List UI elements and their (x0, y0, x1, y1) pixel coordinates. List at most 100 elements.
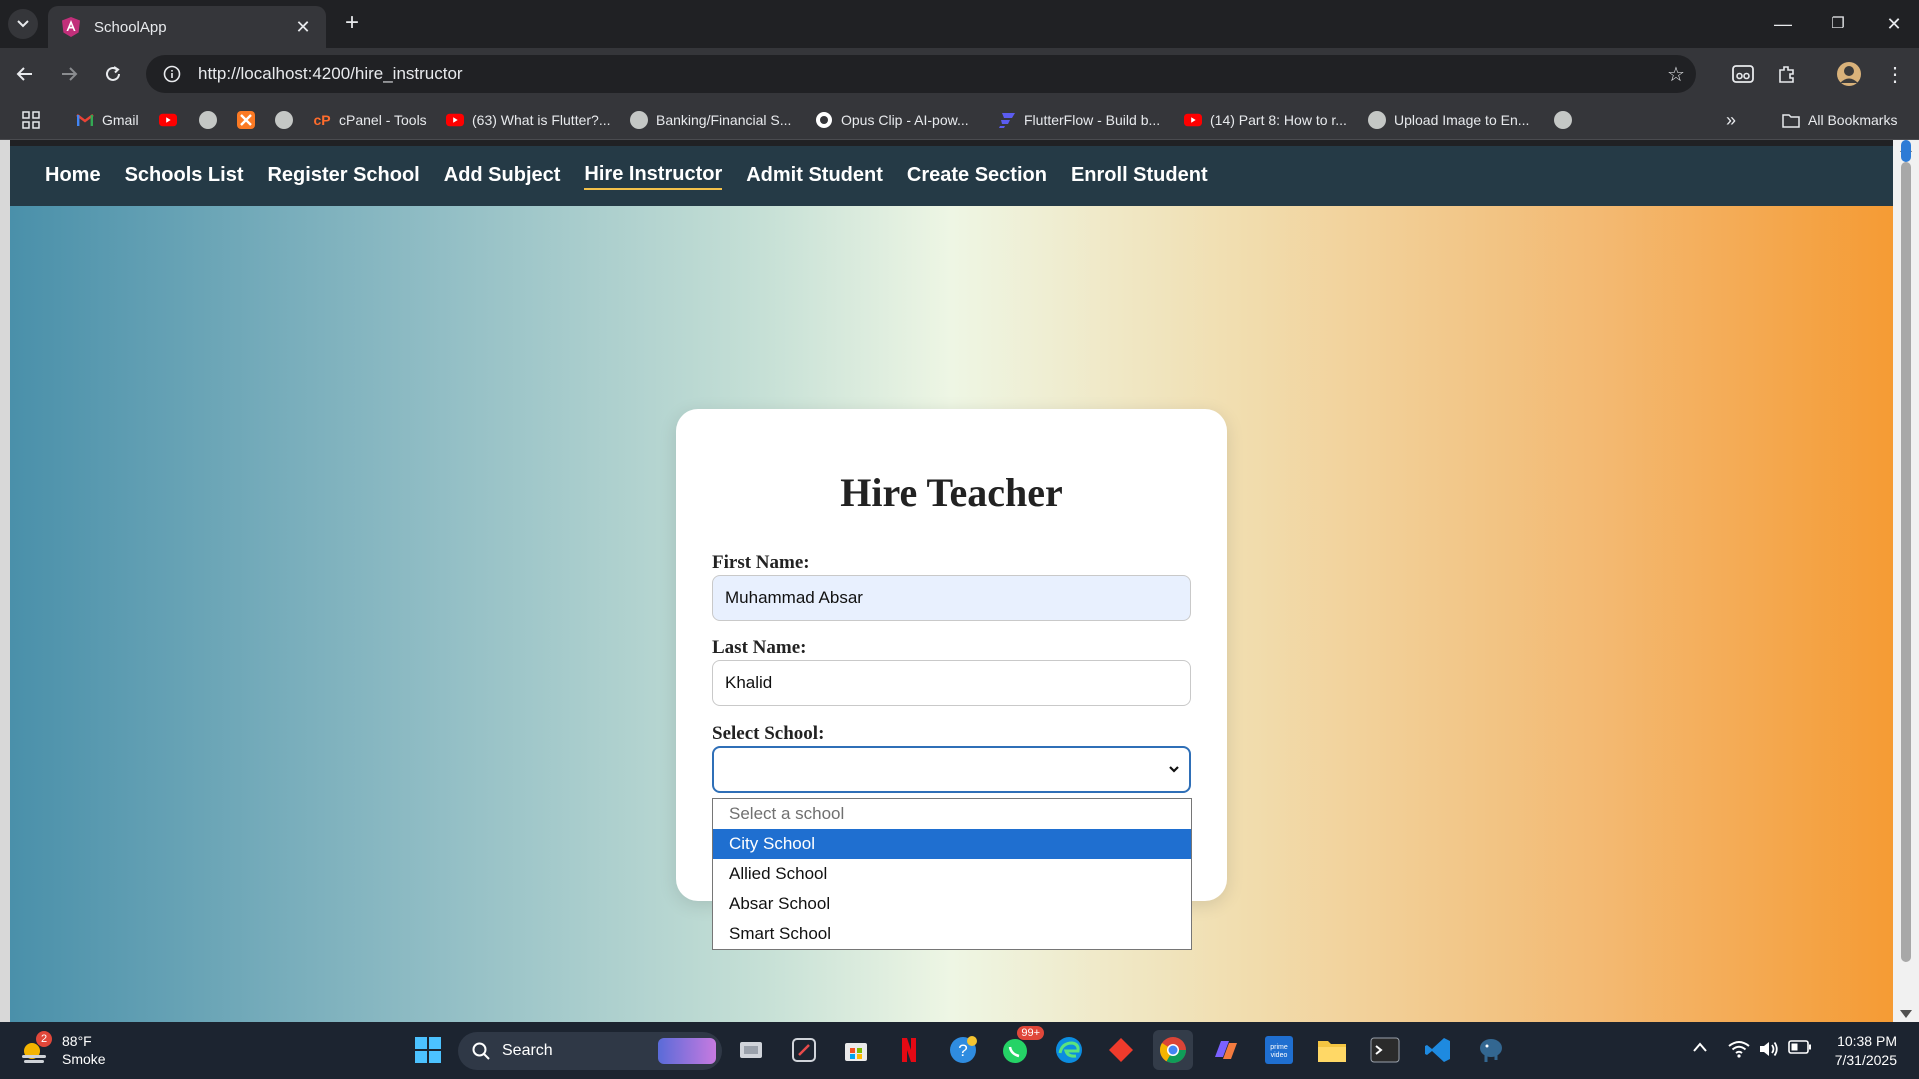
bookmark-banking[interactable]: Banking/Financial S... (630, 108, 791, 132)
vscode-icon[interactable] (1418, 1030, 1458, 1070)
nav-hire-instructor[interactable]: Hire Instructor (584, 163, 723, 190)
school-option-smart[interactable]: Smart School (713, 919, 1191, 949)
extensions-icon[interactable] (1772, 59, 1802, 89)
task-view-icon[interactable] (731, 1030, 771, 1070)
globe-icon (1368, 111, 1386, 129)
nav-add-subject[interactable]: Add Subject (444, 164, 561, 189)
microsoft-store-icon[interactable] (836, 1030, 876, 1070)
bookmark-cpanel[interactable]: cP cPanel - Tools (313, 108, 427, 132)
first-name-input[interactable]: Muhammad Absar (712, 575, 1191, 621)
terminal-icon[interactable] (1365, 1030, 1405, 1070)
all-bookmarks-button[interactable]: All Bookmarks (1782, 108, 1897, 132)
new-tab-button[interactable]: + (338, 10, 366, 38)
bookmarks-bar: Gmail cP cPanel - Tools (63) What is Flu… (0, 100, 1919, 140)
weather-widget[interactable]: 2 88°F Smoke (18, 1031, 106, 1068)
bookmark-youtube-part8[interactable]: (14) Part 8: How to r... (1184, 108, 1347, 132)
bookmark-upload-image[interactable]: Upload Image to En... (1368, 108, 1529, 132)
tab-title: SchoolApp (94, 18, 167, 36)
tab-search-button[interactable] (8, 9, 38, 39)
reload-icon[interactable] (98, 59, 128, 89)
opus-icon (815, 111, 833, 129)
xampp-icon (237, 111, 255, 129)
whatsapp-icon[interactable]: 99+ (996, 1026, 1044, 1070)
weather-badge: 2 (36, 1031, 52, 1047)
youtube-icon (159, 111, 177, 129)
bookmark-youtube[interactable] (159, 108, 185, 132)
bookmark-label: (14) Part 8: How to r... (1210, 112, 1347, 128)
browser-menu-icon[interactable]: ⋮ (1880, 59, 1910, 89)
bookmark-label: FlutterFlow - Build b... (1024, 112, 1161, 128)
help-icon[interactable]: ? (943, 1030, 983, 1070)
postgresql-icon[interactable] (1471, 1030, 1511, 1070)
clock-time: 10:38 PM (1837, 1033, 1897, 1049)
school-option-placeholder[interactable]: Select a school (713, 799, 1191, 829)
edge-icon[interactable] (1049, 1030, 1089, 1070)
all-bookmarks-label: All Bookmarks (1808, 112, 1898, 128)
site-info-icon[interactable] (160, 62, 184, 86)
bookmark-site[interactable] (199, 108, 225, 132)
volume-icon[interactable] (1758, 1040, 1780, 1061)
scroll-thumb[interactable] (1901, 162, 1911, 962)
more-bookmarks-icon[interactable]: » (1726, 108, 1736, 132)
copilot-icon[interactable] (1206, 1030, 1246, 1070)
profile-avatar[interactable] (1834, 59, 1864, 89)
nav-admit-student[interactable]: Admit Student (746, 164, 883, 189)
search-label: Search (502, 1042, 553, 1059)
close-tab-icon[interactable]: ✕ (292, 17, 314, 38)
page-scrollbar[interactable] (1893, 140, 1919, 1022)
reading-mode-icon[interactable] (1728, 59, 1758, 89)
bookmark-xampp[interactable] (237, 108, 263, 132)
taskbar-search[interactable]: Search (458, 1032, 722, 1070)
bookmark-gmail[interactable]: Gmail (76, 108, 139, 132)
netflix-icon[interactable] (889, 1030, 929, 1070)
back-icon[interactable] (10, 59, 40, 89)
gmail-icon (76, 111, 94, 129)
nav-schools-list[interactable]: Schools List (125, 164, 244, 189)
school-select[interactable] (712, 746, 1191, 793)
nav-create-section[interactable]: Create Section (907, 164, 1047, 189)
bookmark-site[interactable] (1554, 108, 1580, 132)
close-window-icon[interactable]: ✕ (1874, 10, 1914, 38)
school-option-absar[interactable]: Absar School (713, 889, 1191, 919)
scroll-down-icon[interactable] (1900, 1010, 1912, 1018)
bookmark-site[interactable] (275, 108, 301, 132)
show-hidden-icons[interactable] (1692, 1040, 1708, 1056)
forward-icon[interactable] (54, 59, 84, 89)
bookmark-label: cPanel - Tools (339, 112, 427, 128)
bookmark-youtube-flutter[interactable]: (63) What is Flutter?... (446, 108, 610, 132)
restore-icon[interactable]: ❐ (1818, 10, 1858, 38)
windows-start-icon[interactable] (408, 1030, 448, 1070)
address-bar[interactable]: http://localhost:4200/hire_instructor ☆ (146, 55, 1696, 93)
nav-home[interactable]: Home (45, 164, 101, 189)
bookmark-star-icon[interactable]: ☆ (1656, 62, 1696, 87)
weather-desc: Smoke (62, 1051, 106, 1067)
browser-tab[interactable]: SchoolApp ✕ (48, 6, 326, 48)
last-name-input[interactable]: Khalid (712, 660, 1191, 706)
nav-register-school[interactable]: Register School (267, 164, 419, 189)
folder-icon (1782, 111, 1800, 129)
svg-text:prime: prime (1270, 1044, 1288, 1051)
apps-grid-icon[interactable] (22, 108, 40, 132)
bookmark-opus-clip[interactable]: Opus Clip - AI-pow... (815, 108, 969, 132)
prime-video-icon[interactable]: prime video (1259, 1030, 1299, 1070)
windows-taskbar: 2 88°F Smoke Search ? 99+ prime video 10… (0, 1022, 1919, 1079)
school-option-allied[interactable]: Allied School (713, 859, 1191, 889)
browser-tab-bar: SchoolApp ✕ + — ❐ ✕ (0, 0, 1919, 48)
chrome-icon[interactable] (1153, 1030, 1193, 1070)
wifi-icon[interactable] (1728, 1040, 1750, 1061)
school-option-city[interactable]: City School (713, 829, 1191, 859)
snipping-tool-icon[interactable] (784, 1030, 824, 1070)
bookmark-flutterflow[interactable]: FlutterFlow - Build b... (998, 108, 1160, 132)
chevron-down-icon (17, 20, 29, 28)
nav-enroll-student[interactable]: Enroll Student (1071, 164, 1208, 189)
system-clock[interactable]: 10:38 PM 7/31/2025 (1835, 1032, 1897, 1070)
battery-icon[interactable] (1788, 1040, 1812, 1057)
youtube-icon (446, 111, 464, 129)
school-dropdown-list: Select a school City School Allied Schoo… (712, 798, 1192, 950)
minimize-icon[interactable]: — (1763, 10, 1803, 38)
bookmark-label: (63) What is Flutter?... (472, 112, 611, 128)
globe-icon (199, 111, 217, 129)
file-explorer-icon[interactable] (1312, 1030, 1352, 1070)
anydesk-icon[interactable] (1101, 1030, 1141, 1070)
form-title: Hire Teacher (840, 470, 1063, 515)
